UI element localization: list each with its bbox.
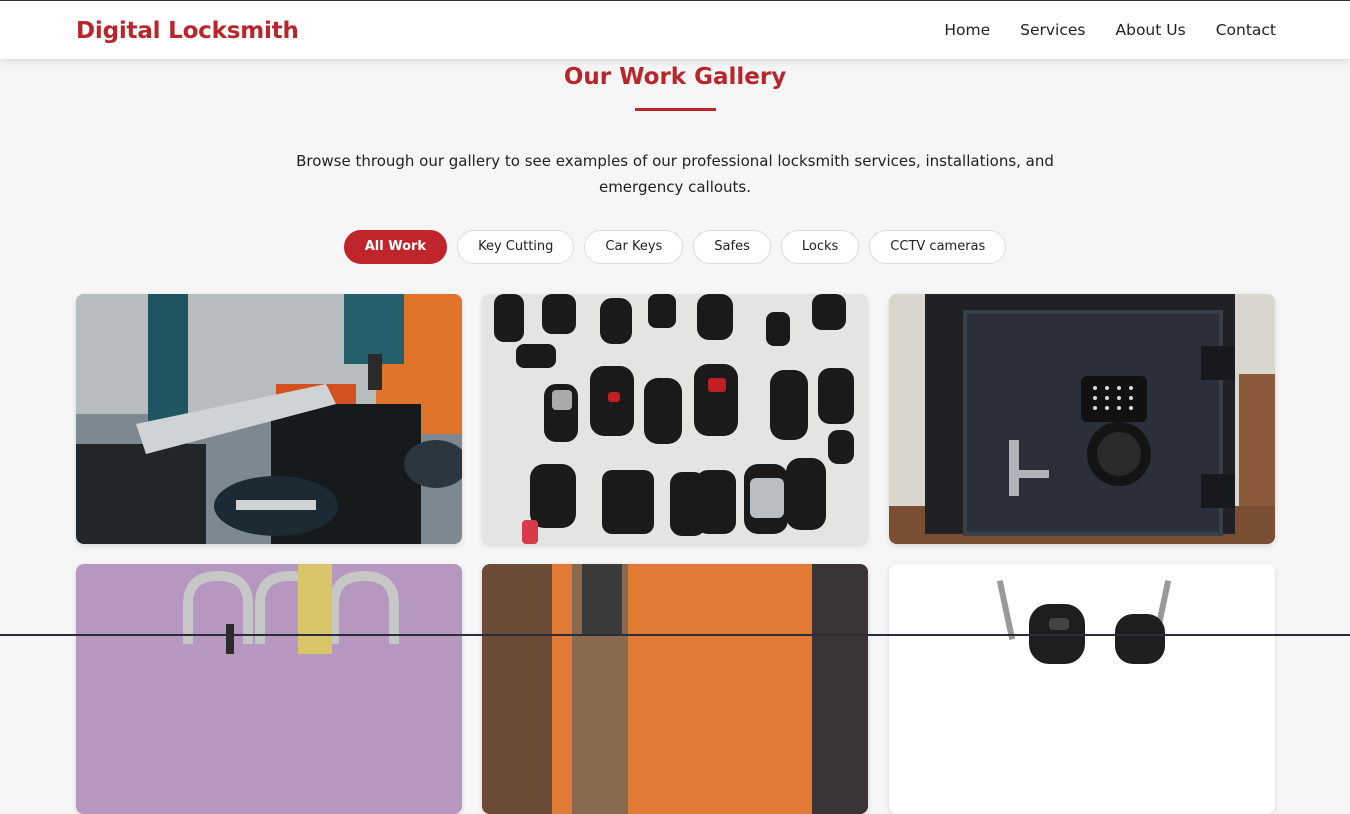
gallery-item-safe[interactable] bbox=[889, 294, 1275, 544]
nav-services[interactable]: Services bbox=[1020, 21, 1085, 39]
key-cutting-machine-photo bbox=[76, 294, 462, 544]
car-key-fobs-photo bbox=[482, 294, 868, 544]
gallery-item-car-keys[interactable] bbox=[482, 294, 868, 544]
drill-photo bbox=[482, 564, 868, 814]
brand-logo[interactable]: Digital Locksmith bbox=[76, 18, 299, 44]
nav-about-us[interactable]: About Us bbox=[1116, 21, 1186, 39]
gallery-item-car-key[interactable] bbox=[889, 564, 1275, 814]
gallery-intro: Browse through our gallery to see exampl… bbox=[296, 152, 1054, 196]
page-title: Our Work Gallery bbox=[563, 64, 787, 90]
filter-cctv-cameras[interactable]: CCTV cameras bbox=[869, 230, 1007, 264]
filter-car-keys[interactable]: Car Keys bbox=[584, 230, 684, 264]
digital-safe-photo bbox=[889, 294, 1275, 544]
filter-locks[interactable]: Locks bbox=[780, 230, 860, 264]
filter-bar: All Work Key Cutting Car Keys Safes Lock… bbox=[0, 230, 1350, 264]
gallery-item-padlocks[interactable] bbox=[76, 564, 462, 814]
car-keys-photo bbox=[889, 564, 1275, 814]
filter-safes[interactable]: Safes bbox=[693, 230, 771, 264]
gallery-item-drill[interactable] bbox=[482, 564, 868, 814]
title-underline bbox=[635, 108, 716, 111]
filter-all-work[interactable]: All Work bbox=[343, 230, 448, 264]
site-header: Digital Locksmith Home Services About Us… bbox=[0, 1, 1350, 59]
padlocks-photo bbox=[76, 564, 462, 814]
filter-key-cutting[interactable]: Key Cutting bbox=[457, 230, 575, 264]
gallery-item-key-cutting[interactable] bbox=[76, 294, 462, 544]
main-nav: Home Services About Us Contact bbox=[944, 21, 1276, 39]
nav-home[interactable]: Home bbox=[944, 21, 990, 39]
nav-contact[interactable]: Contact bbox=[1216, 21, 1276, 39]
